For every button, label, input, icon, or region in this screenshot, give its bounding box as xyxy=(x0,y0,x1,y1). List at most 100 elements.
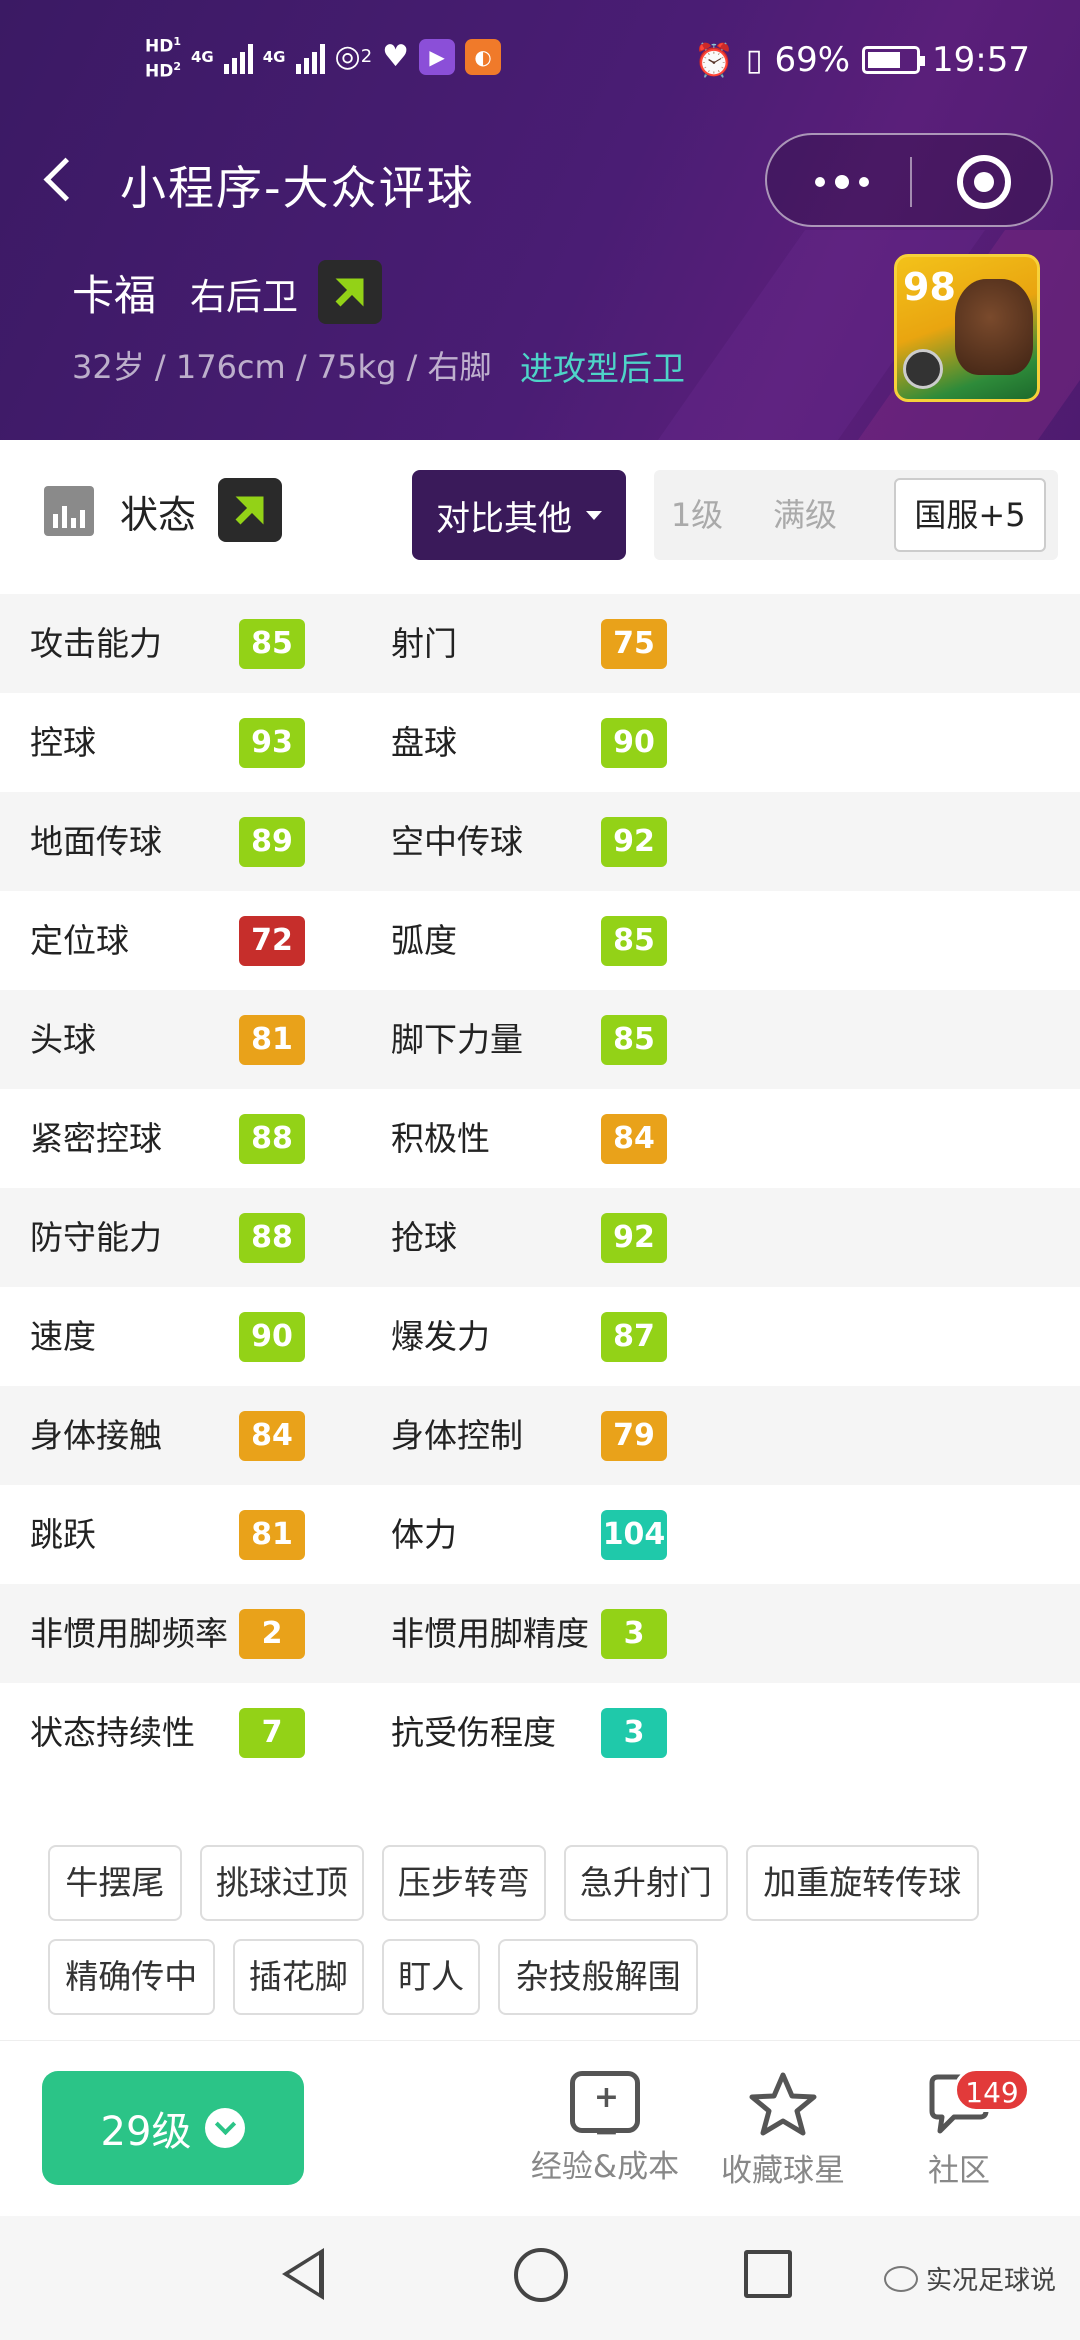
attribute-value: 84 xyxy=(601,1114,667,1164)
attribute-value: 90 xyxy=(239,1312,305,1362)
skill-chip[interactable]: 挑球过顶 xyxy=(199,1845,364,1922)
video-app-icon: ▶ xyxy=(419,38,456,75)
compare-dropdown[interactable]: 对比其他 xyxy=(412,470,626,560)
attribute-row: 跳跃 81 体力 104 xyxy=(0,1485,1080,1584)
attribute-value: 87 xyxy=(601,1312,667,1362)
tab-exp-cost[interactable]: 经验&成本 xyxy=(510,2071,700,2186)
section-header: 状态 对比其他 1级 满级 国服+5 xyxy=(0,440,1080,590)
status-right-icons: ⏰ ▯ 69% 19:57 xyxy=(694,40,1030,80)
attribute-value: 72 xyxy=(239,916,305,966)
attribute-value: 2 xyxy=(239,1609,305,1659)
network-4g-label: 4G xyxy=(262,47,286,66)
attribute-name: 非惯用脚频率 xyxy=(30,1614,228,1653)
attribute-name: 抗受伤程度 xyxy=(391,1713,556,1752)
attribute-name: 弧度 xyxy=(391,921,457,960)
caret-down-icon xyxy=(586,510,602,520)
level-option-1[interactable]: 1级 xyxy=(654,470,740,560)
attribute-name: 积极性 xyxy=(391,1119,490,1158)
attribute-value: 88 xyxy=(239,1114,305,1164)
attribute-value: 85 xyxy=(601,916,667,966)
hd-indicator: HD1 HD2 xyxy=(145,35,181,82)
close-miniprogram-icon[interactable] xyxy=(957,155,1011,209)
skill-chip[interactable]: 插花脚 xyxy=(232,1939,364,2016)
attribute-value: 85 xyxy=(601,1015,667,1065)
attribute-row: 状态持续性 7 抗受伤程度 3 xyxy=(0,1683,1080,1782)
attribute-name: 头球 xyxy=(30,1020,96,1059)
skill-chip[interactable]: 急升射门 xyxy=(563,1845,728,1922)
attribute-name: 定位球 xyxy=(30,921,129,960)
level-label: 29级 xyxy=(100,2109,192,2155)
heart-rate-icon: ♥ xyxy=(382,39,410,75)
status-bar: HD1 HD2 4G 4G ◎ 2 ♥ ▶ ◐ ⏰ ▯ 69% 19:57 xyxy=(0,0,1080,130)
level-option-max[interactable]: 满级 xyxy=(740,470,870,560)
attribute-name: 跳跃 xyxy=(30,1515,96,1554)
attribute-value: 90 xyxy=(601,718,667,768)
calculator-icon xyxy=(570,2071,640,2150)
attribute-name: 紧密控球 xyxy=(30,1119,162,1158)
player-style: 进攻型后卫 xyxy=(520,349,685,388)
attribute-value: 88 xyxy=(239,1213,305,1263)
clock: 19:57 xyxy=(932,40,1030,80)
player-card[interactable]: 98 xyxy=(894,254,1040,402)
bottom-action-bar: 29级 经验&成本 收藏球星 社区 xyxy=(0,2040,1080,2216)
skill-chip[interactable]: 压步转弯 xyxy=(381,1845,546,1922)
system-back-icon[interactable] xyxy=(282,2248,324,2300)
more-icon[interactable] xyxy=(807,165,877,199)
miniprogram-capsule xyxy=(765,133,1053,227)
attribute-row: 非惯用脚频率 2 非惯用脚精度 3 xyxy=(0,1584,1080,1683)
skill-chip[interactable]: 精确传中 xyxy=(47,1939,215,2016)
attribute-value: 104 xyxy=(601,1510,667,1560)
attribute-name: 非惯用脚精度 xyxy=(391,1614,589,1653)
battery-percent: 69% xyxy=(774,40,851,80)
level-select-button[interactable]: 29级 xyxy=(42,2071,304,2185)
skill-chip[interactable]: 加重旋转传球 xyxy=(745,1845,979,1922)
attribute-name: 控球 xyxy=(30,723,96,762)
player-info: 32岁 / 176cm / 75kg / 右脚 xyxy=(72,348,492,386)
attribute-value: 92 xyxy=(601,817,667,867)
player-position: 右后卫 xyxy=(190,277,299,318)
attribute-value: 81 xyxy=(239,1015,305,1065)
attribute-row: 地面传球 89 空中传球 92 xyxy=(0,792,1080,891)
card-emblem-icon xyxy=(903,349,943,389)
attribute-name: 抢球 xyxy=(391,1218,457,1257)
nav-bar: 小程序-大众评球 xyxy=(0,130,1080,250)
attribute-name: 速度 xyxy=(30,1317,96,1356)
hotspot-count: 2 xyxy=(360,46,373,68)
header: HD1 HD2 4G 4G ◎ 2 ♥ ▶ ◐ ⏰ ▯ 69% 19:57 小程… xyxy=(0,0,1080,440)
attribute-name: 爆发力 xyxy=(391,1317,490,1356)
skill-chip[interactable]: 盯人 xyxy=(381,1939,481,2016)
signal-icon xyxy=(223,40,253,74)
chevron-down-icon xyxy=(205,2108,246,2148)
skill-chip[interactable]: 杂技般解围 xyxy=(498,1939,699,2016)
wechat-icon xyxy=(883,2265,918,2292)
skill-chip[interactable]: 牛摆尾 xyxy=(47,1845,182,1922)
system-recent-icon[interactable] xyxy=(744,2250,792,2298)
player-name: 卡福 xyxy=(72,271,157,320)
attribute-row: 速度 90 爆发力 87 xyxy=(0,1287,1080,1386)
attribute-name: 防守能力 xyxy=(30,1218,162,1257)
attribute-row: 紧密控球 88 积极性 84 xyxy=(0,1089,1080,1188)
system-home-icon[interactable] xyxy=(514,2248,568,2302)
alarm-icon: ⏰ xyxy=(694,41,734,79)
attribute-row: 防守能力 88 抢球 92 xyxy=(0,1188,1080,1287)
attribute-value: 93 xyxy=(239,718,305,768)
skills-list: 牛摆尾 挑球过顶 压步转弯 急升射门 加重旋转传球精确传中 插花脚 盯人 杂技般解围 xyxy=(0,1808,1080,2038)
level-selector: 1级 满级 国服+5 xyxy=(654,470,1058,560)
attribute-name: 身体接触 xyxy=(30,1416,162,1455)
level-option-server[interactable]: 国服+5 xyxy=(894,478,1046,552)
attribute-value: 79 xyxy=(601,1411,667,1461)
attribute-name: 射门 xyxy=(391,624,457,663)
attribute-value: 92 xyxy=(601,1213,667,1263)
hotspot-icon: ◎ xyxy=(334,39,361,75)
attribute-value: 81 xyxy=(239,1510,305,1560)
vibrate-icon: ▯ xyxy=(745,42,763,78)
card-rating: 98 xyxy=(903,265,956,309)
stats-chart-icon xyxy=(44,486,94,536)
tab-favorites[interactable]: 收藏球星 xyxy=(688,2071,878,2190)
section-title: 状态 xyxy=(120,493,197,537)
attribute-value: 3 xyxy=(601,1708,667,1758)
attribute-name: 地面传球 xyxy=(30,822,162,861)
attribute-name: 身体控制 xyxy=(391,1416,523,1455)
attribute-row: 控球 93 盘球 90 xyxy=(0,693,1080,792)
attribute-name: 脚下力量 xyxy=(391,1020,523,1059)
